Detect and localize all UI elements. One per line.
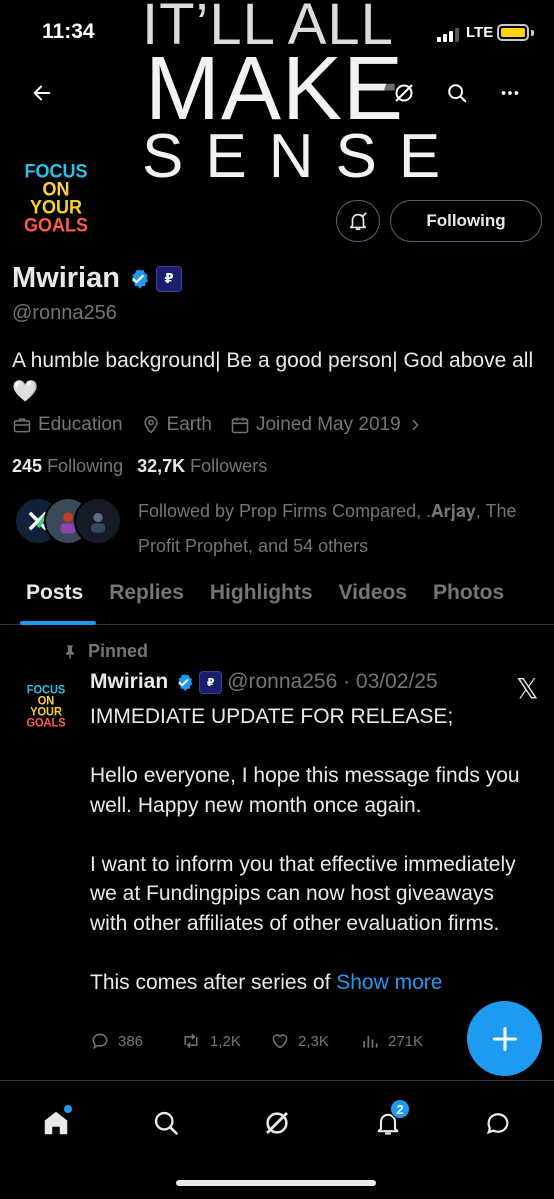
tab-replies-label: Replies <box>109 581 184 604</box>
nav-search[interactable] <box>148 1105 184 1141</box>
post-verified-icon <box>173 672 194 693</box>
post-text: IMMEDIATE UPDATE FOR RELEASE; Hello ever… <box>90 705 520 994</box>
profile-name-row: Mwirian ₽ <box>12 262 182 295</box>
pin-icon <box>66 644 74 659</box>
like-action[interactable]: 2,3K <box>270 1031 360 1051</box>
followed-by-text[interactable]: Followed by Prop Firms Compared, .𝐀𝐫𝐣𝐚𝐲,… <box>138 494 548 564</box>
category-item: Education <box>12 414 123 436</box>
like-count: 2,3K <box>298 1032 329 1050</box>
following-count: 245 <box>12 456 43 476</box>
post-meta: @ronna256 · 03/02/25 <box>227 670 438 693</box>
profile-meta: Education Earth Joined May 2019 <box>12 414 435 436</box>
tab-videos-label: Videos <box>338 581 408 604</box>
plus-icon <box>492 1026 517 1051</box>
mutual-followers-avatars[interactable] <box>14 497 122 545</box>
home-new-dot <box>64 1105 72 1113</box>
follow-counts: 245 Following 32,7K Followers <box>12 456 267 477</box>
search-icon <box>154 1111 178 1135</box>
home-indicator <box>176 1180 376 1186</box>
mutual-avatar-3 <box>74 497 122 545</box>
bell-check-icon <box>349 212 367 231</box>
compose-button[interactable] <box>467 1001 542 1076</box>
tab-posts-label: Posts <box>26 581 84 604</box>
location-pin-icon <box>143 415 158 434</box>
post-author-avatar[interactable]: FOCUS ON YOUR GOALS <box>20 676 72 738</box>
followers-count-label: Followers <box>190 456 268 476</box>
following-button[interactable]: Following <box>390 200 542 242</box>
signal-icon <box>437 28 459 42</box>
views-count: 271K <box>388 1032 424 1050</box>
status-time: 11:34 <box>42 20 95 43</box>
tab-highlights-label: Highlights <box>209 581 313 604</box>
post-author-name[interactable]: Mwirian <box>90 670 168 694</box>
tab-photos-label: Photos <box>433 581 505 604</box>
repost-icon <box>184 1033 198 1049</box>
notifications-toggle-button[interactable] <box>336 200 380 242</box>
reply-icon <box>92 1033 108 1050</box>
repost-count: 1,2K <box>210 1032 241 1050</box>
verified-icon[interactable] <box>126 267 150 291</box>
reply-count: 386 <box>118 1032 144 1050</box>
category-label: Education <box>38 414 123 435</box>
more-button[interactable] <box>490 73 530 113</box>
profile-name: Mwirian <box>12 262 120 294</box>
joined-label: Joined May 2019 <box>255 414 401 435</box>
post-header: Mwirian ₽ @ronna256 · 03/02/25 <box>90 670 438 694</box>
briefcase-icon <box>13 418 31 433</box>
nav-notifications[interactable]: 2 <box>370 1099 410 1141</box>
tab-posts[interactable]: Posts <box>0 565 97 625</box>
status-bar: 11:34 LTE <box>0 0 554 64</box>
location-label: Earth <box>166 414 212 435</box>
following-count-link[interactable]: 245 Following <box>12 456 123 477</box>
network-label: LTE <box>466 24 494 41</box>
tab-videos[interactable]: Videos <box>326 565 420 625</box>
nav-messages[interactable] <box>480 1105 516 1141</box>
tab-photos[interactable]: Photos <box>420 565 517 625</box>
grok-icon <box>395 84 413 102</box>
chevron-right-icon <box>412 419 419 431</box>
grok-button[interactable] <box>384 73 424 113</box>
chat-bubble-icon <box>486 1113 509 1135</box>
profile-avatar[interactable]: FOCUS ON YOUR GOALS <box>14 148 98 248</box>
post-avatar-text-4: GOALS <box>26 716 66 730</box>
following-count-label: Following <box>47 456 124 476</box>
avatar-text-4: GOALS <box>23 214 88 236</box>
show-more-link[interactable]: Show more <box>336 971 442 994</box>
followers-count: 32,7K <box>137 456 186 476</box>
nav-home[interactable] <box>38 1105 74 1141</box>
pinned-label: Pinned <box>88 641 149 661</box>
nav-grok[interactable] <box>259 1105 295 1141</box>
profile-tabs: Posts Replies Highlights Videos Photos <box>0 565 554 625</box>
joined-item[interactable]: Joined May 2019 <box>230 414 423 436</box>
repost-action[interactable]: 1,2K <box>180 1031 270 1051</box>
tab-highlights[interactable]: Highlights <box>197 565 326 625</box>
active-tab-indicator <box>20 621 97 625</box>
banner-line-3: SENSE <box>142 122 463 191</box>
tab-replies[interactable]: Replies <box>96 565 197 625</box>
more-icon <box>501 91 519 95</box>
views-icon <box>363 1036 378 1048</box>
battery-tip <box>531 30 534 36</box>
post-body[interactable]: IMMEDIATE UPDATE FOR RELEASE; Hello ever… <box>90 702 530 997</box>
grok-icon <box>266 1112 288 1134</box>
search-icon <box>448 84 467 103</box>
followers-count-link[interactable]: 32,7K Followers <box>137 456 267 477</box>
location-item: Earth <box>141 414 212 436</box>
heart-icon <box>272 1034 288 1049</box>
affiliate-badge-icon[interactable]: ₽ <box>155 265 182 292</box>
back-arrow-icon <box>33 85 51 101</box>
notifications-badge: 2 <box>390 1099 410 1119</box>
post-actions: 386 1,2K 2,3K 271K <box>90 1031 450 1051</box>
views-action[interactable]: 271K <box>360 1031 450 1051</box>
post-affiliate-badge-icon: ₽ <box>199 670 223 694</box>
reply-action[interactable]: 386 <box>90 1031 180 1051</box>
pinned-indicator: Pinned <box>62 641 148 662</box>
calendar-icon <box>231 417 249 434</box>
profile-bio: A humble background| Be a good person| G… <box>12 349 534 403</box>
battery-icon <box>497 24 529 41</box>
search-button[interactable] <box>437 73 477 113</box>
back-button[interactable] <box>22 73 62 113</box>
x-logo-icon: 𝕏 <box>516 672 539 705</box>
profile-handle: @ronna256 <box>12 302 117 324</box>
